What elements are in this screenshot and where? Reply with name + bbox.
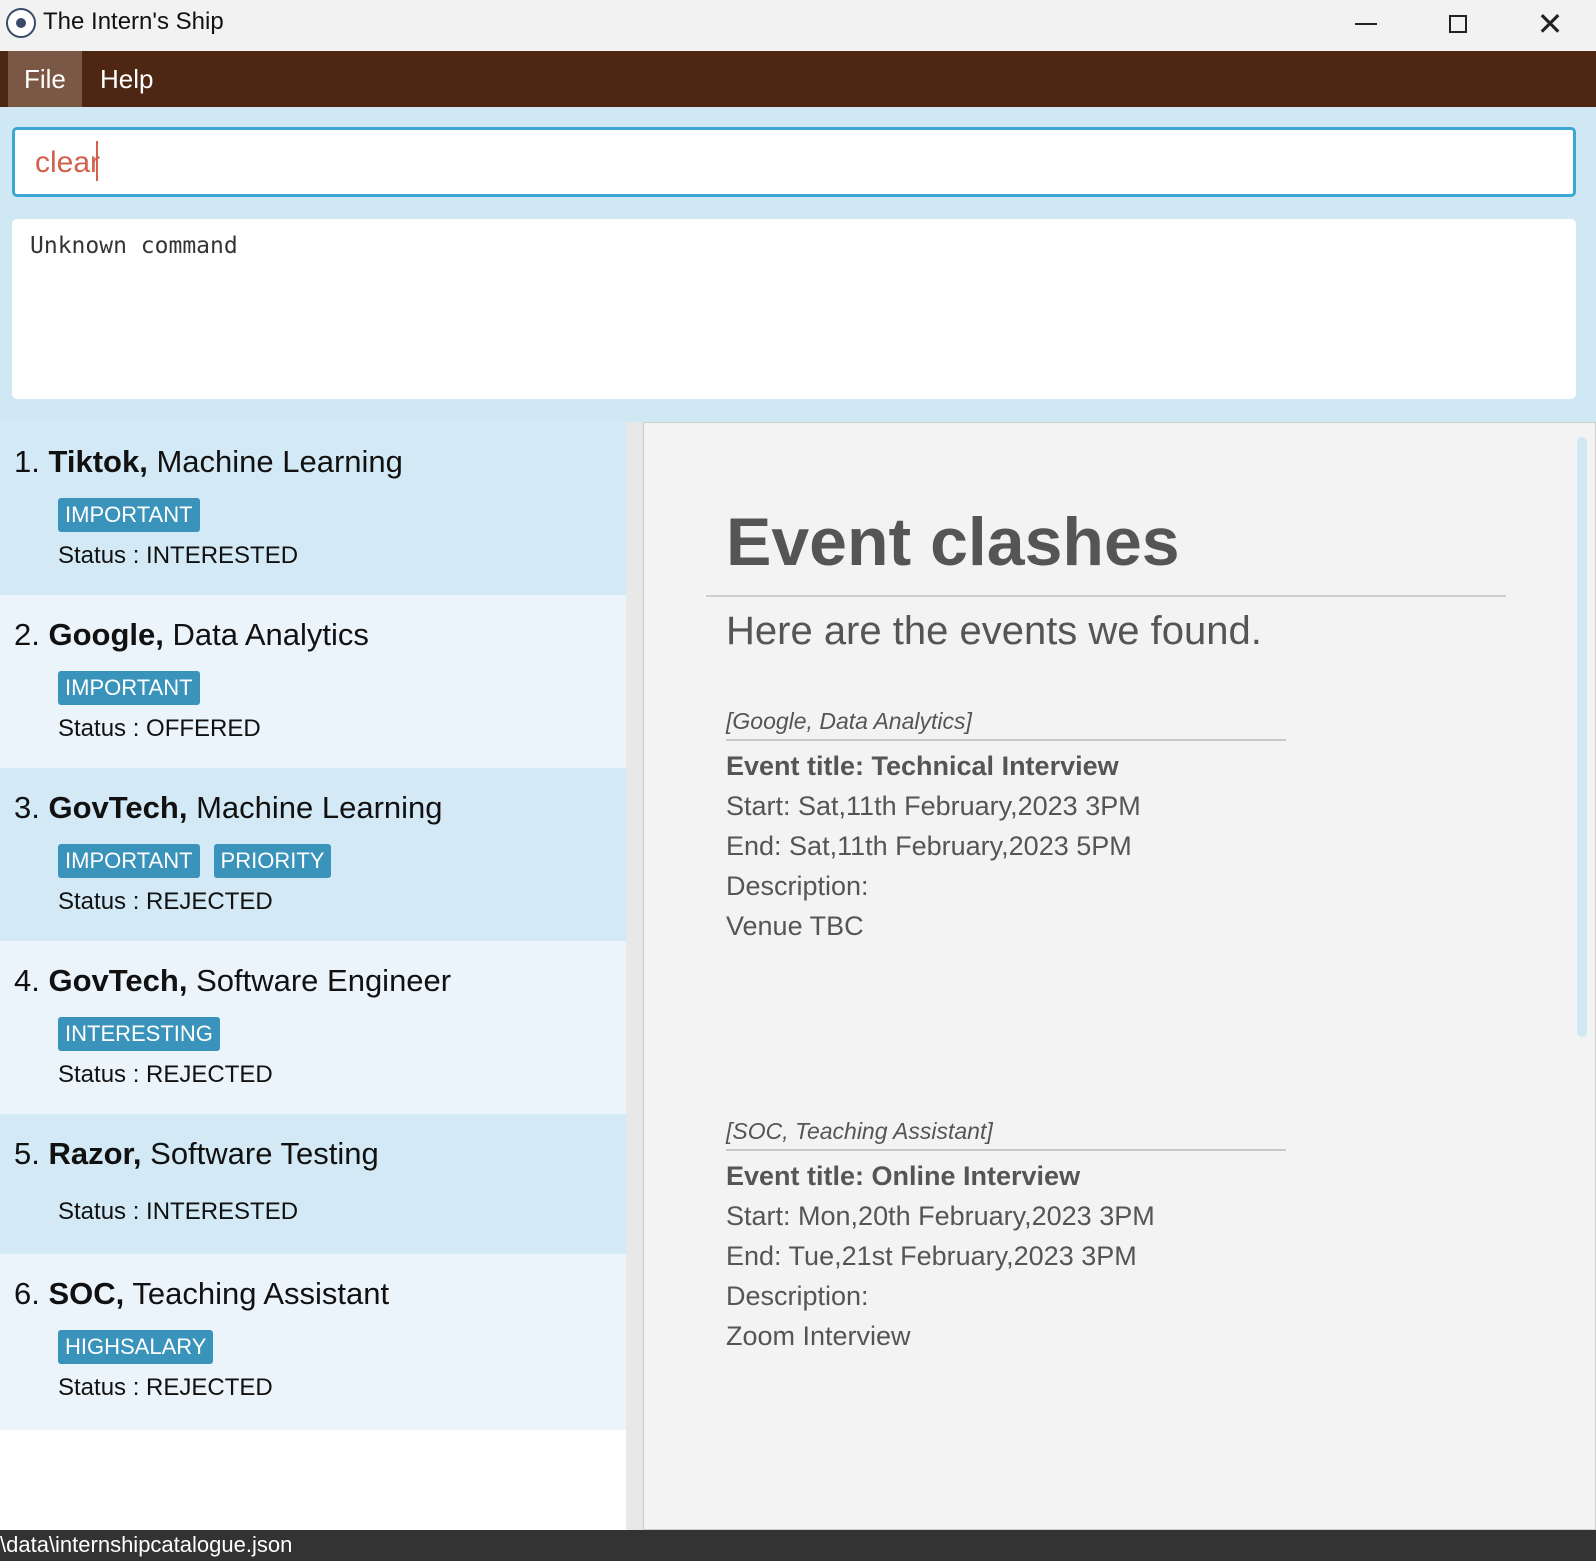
heading-divider <box>706 595 1506 597</box>
card-index: 5. <box>14 1136 40 1171</box>
event-end: End: Sat,11th February,2023 5PM <box>726 831 1132 861</box>
internship-card-3[interactable]: 3. GovTech, Machine Learning IMPORTANT PR… <box>0 768 626 944</box>
card-index: 6. <box>14 1276 40 1311</box>
tag-badge: HIGHSALARY <box>58 1330 214 1364</box>
card-status: Status : REJECTED <box>58 888 273 915</box>
card-role: Machine Learning <box>156 444 403 479</box>
card-status: Status : OFFERED <box>58 715 261 742</box>
card-company: Google, <box>48 617 164 652</box>
title-bar: The Intern's Ship ✕ <box>0 0 1596 51</box>
card-index: 1. <box>14 444 40 479</box>
internship-card-2[interactable]: 2. Google, Data Analytics IMPORTANT Stat… <box>0 595 626 771</box>
result-message: Unknown command <box>30 233 238 259</box>
file-path: \data\internshipcatalogue.json <box>0 1532 293 1557</box>
maximize-icon <box>1449 14 1467 33</box>
card-status: Status : REJECTED <box>58 1374 273 1401</box>
card-company: Tiktok, <box>48 444 148 479</box>
card-status: Status : INTERESTED <box>58 1198 299 1225</box>
text-caret <box>96 141 99 181</box>
menu-help[interactable]: Help <box>84 51 169 107</box>
menu-file[interactable]: File <box>8 51 82 107</box>
maximize-button[interactable] <box>1412 0 1504 47</box>
event-entry-2: [SOC, Teaching Assistant] Event title: O… <box>726 1118 1286 1352</box>
tag-badge: INTERESTING <box>58 1017 220 1051</box>
event-end: End: Tue,21st February,2023 3PM <box>726 1241 1137 1271</box>
event-start: Start: Sat,11th February,2023 3PM <box>726 791 1141 821</box>
status-bar: \data\internshipcatalogue.json <box>0 1530 1596 1561</box>
card-company: SOC, <box>48 1276 125 1311</box>
minimize-icon <box>1355 22 1377 25</box>
card-index: 3. <box>14 790 40 825</box>
event-description-label: Description: <box>726 871 869 901</box>
internship-card-1[interactable]: 1. Tiktok, Machine Learning IMPORTANT St… <box>0 422 626 598</box>
tag-badge: IMPORTANT <box>58 844 200 878</box>
internship-list[interactable]: 1. Tiktok, Machine Learning IMPORTANT St… <box>0 422 626 1530</box>
event-clash-panel[interactable]: Event clashes Here are the events we fou… <box>643 422 1596 1530</box>
tag-badge: IMPORTANT <box>58 498 200 532</box>
event-entry-1: [Google, Data Analytics] Event title: Te… <box>726 708 1286 942</box>
detail-scrollbar[interactable] <box>1577 437 1587 1037</box>
card-company: GovTech, <box>48 790 188 825</box>
card-role: Software Testing <box>150 1136 379 1171</box>
event-description: Venue TBC <box>726 911 864 941</box>
close-button[interactable]: ✕ <box>1504 0 1596 47</box>
event-internship: [Google, Data Analytics] <box>726 708 1286 741</box>
card-status: Status : INTERESTED <box>58 542 299 569</box>
card-role: Software Engineer <box>196 963 452 998</box>
card-role: Machine Learning <box>196 790 443 825</box>
detail-heading: Event clashes <box>726 504 1180 580</box>
tag-badge: PRIORITY <box>213 844 332 878</box>
internship-card-4[interactable]: 4. GovTech, Software Engineer INTERESTIN… <box>0 941 626 1117</box>
internship-card-6[interactable]: 6. SOC, Teaching Assistant HIGHSALARY St… <box>0 1254 626 1430</box>
tag-badge: IMPORTANT <box>58 671 200 705</box>
card-company: GovTech, <box>48 963 188 998</box>
menu-bar: File Help <box>0 51 1596 107</box>
event-start: Start: Mon,20th February,2023 3PM <box>726 1201 1155 1231</box>
event-description-label: Description: <box>726 1281 869 1311</box>
minimize-button[interactable] <box>1320 0 1412 47</box>
ship-app-icon <box>6 8 36 38</box>
card-role: Data Analytics <box>172 617 369 652</box>
event-title: Event title: Technical Interview <box>726 751 1119 781</box>
command-input[interactable]: clear <box>12 127 1576 197</box>
card-index: 4. <box>14 963 40 998</box>
command-input-text: clear <box>35 145 101 179</box>
internship-card-5[interactable]: 5. Razor, Software Testing Status : INTE… <box>0 1114 626 1254</box>
detail-subheading: Here are the events we found. <box>726 609 1262 653</box>
result-display[interactable]: Unknown command <box>12 219 1576 399</box>
event-description: Zoom Interview <box>726 1321 911 1351</box>
event-title: Event title: Online Interview <box>726 1161 1081 1191</box>
card-company: Razor, <box>48 1136 142 1171</box>
card-status: Status : REJECTED <box>58 1061 273 1088</box>
card-role: Teaching Assistant <box>132 1276 390 1311</box>
card-index: 2. <box>14 617 40 652</box>
event-internship: [SOC, Teaching Assistant] <box>726 1118 1286 1151</box>
close-icon: ✕ <box>1536 4 1564 43</box>
panel-divider[interactable] <box>626 422 642 1530</box>
window-title: The Intern's Ship <box>43 8 224 35</box>
